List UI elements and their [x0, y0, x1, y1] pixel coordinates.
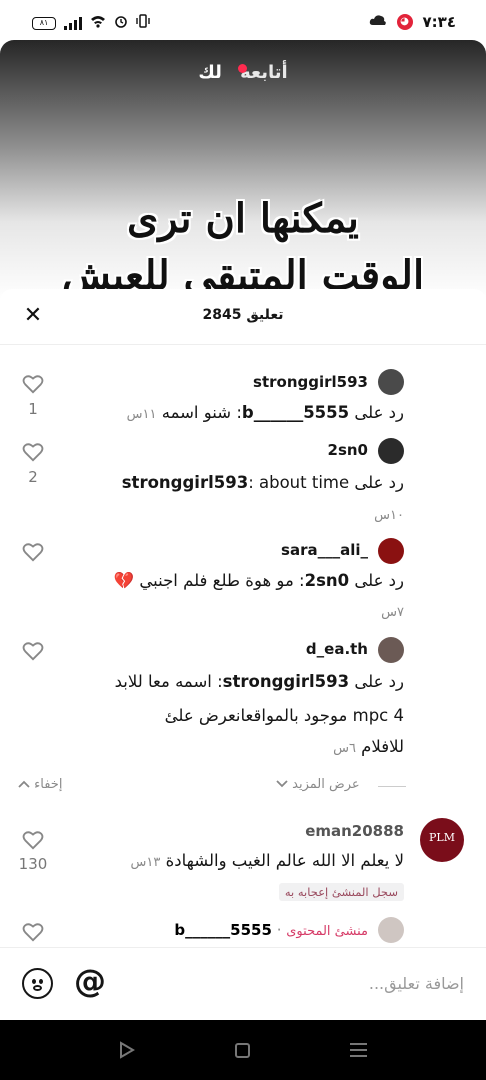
- comment-body: : اسمه معا للابد: [114, 672, 223, 691]
- vibrate-icon: [136, 14, 150, 32]
- comment-text: رد على stronggirl593: about time: [122, 465, 404, 501]
- comment-time: ١٣س: [130, 855, 161, 870]
- comment-body: لا يعلم الا الله عالم الغيب والشهادة: [165, 851, 404, 870]
- reply-target[interactable]: stronggirl593: [223, 672, 349, 691]
- status-left: ٨١: [32, 14, 150, 32]
- comment-time-row: ٧س: [381, 593, 404, 631]
- avatar[interactable]: [378, 438, 404, 464]
- wifi-icon: [90, 15, 106, 32]
- cloud-icon: [369, 14, 387, 30]
- heart-icon[interactable]: [21, 830, 45, 850]
- creator-label: منشئ المحتوى: [286, 924, 368, 939]
- hide-label: إخفاء: [34, 777, 63, 792]
- heart-icon[interactable]: [21, 374, 45, 394]
- replies-controls: إخفاء عرض المزيد: [0, 774, 486, 798]
- video-caption-line1: يمكنها ان ترى: [127, 195, 359, 242]
- system-nav-bar: [0, 1020, 486, 1080]
- comment-time: ١٠س: [374, 508, 404, 523]
- partial-comment-line: [68, 330, 368, 346]
- comment-time: ١١س: [126, 407, 157, 422]
- status-bar: ٨١ ◕ ٧:٣٤: [0, 0, 486, 44]
- comment-text: لا يعلم الا الله عالم الغيب والشهادة ١٣س: [131, 843, 404, 881]
- comments-count-title: 2845 تعليق: [0, 307, 486, 323]
- comment-text: رد على stronggirl593: اسمه معا للابد: [115, 664, 404, 700]
- comment-body: : مو هوة طلع فلم اجنبي 💔: [113, 571, 305, 590]
- comment-input[interactable]: إضافة تعليق...: [369, 974, 464, 993]
- comment-body-line3: للافلام: [361, 737, 404, 756]
- heart-icon[interactable]: [21, 442, 45, 462]
- comment-time-row: ١٠س: [374, 496, 404, 534]
- avatar[interactable]: [378, 917, 404, 943]
- screen: ٨١ ◕ ٧:٣٤ أتابعه لك يمكنها ان ترى الوقت …: [0, 0, 486, 1080]
- avatar[interactable]: [378, 369, 404, 395]
- comments-title-word: تعليق: [246, 307, 284, 323]
- comment-text: رد على b______5555: شنو اسمه ١١س: [127, 395, 404, 433]
- comment-body: : about time: [248, 473, 350, 492]
- show-more-button[interactable]: عرض المزيد: [276, 777, 360, 792]
- like-count: 2: [28, 468, 38, 486]
- reply-prefix: رد على: [354, 571, 404, 590]
- heart-icon[interactable]: [21, 542, 45, 562]
- avatar[interactable]: PLM: [420, 818, 464, 862]
- back-icon[interactable]: [118, 1041, 136, 1059]
- creator-reply-header: منشئ المحتوى · b______5555: [174, 921, 368, 939]
- status-right: ◕ ٧:٣٤: [369, 13, 456, 31]
- clock: ٧:٣٤: [422, 13, 456, 31]
- signal-icon: [64, 16, 82, 30]
- close-icon[interactable]: ✕: [20, 303, 46, 329]
- avatar[interactable]: [378, 637, 404, 663]
- hide-replies-button[interactable]: إخفاء: [18, 777, 62, 792]
- comments-count: 2845: [202, 307, 242, 323]
- comment-username[interactable]: b______5555: [174, 921, 272, 939]
- separator: ·: [276, 921, 282, 939]
- heart-icon[interactable]: [21, 641, 45, 661]
- alarm-icon: [114, 14, 128, 32]
- emoji-icon[interactable]: [22, 968, 53, 999]
- reply-target[interactable]: stronggirl593: [122, 473, 248, 492]
- show-more-label: عرض المزيد: [292, 777, 360, 792]
- divider: [378, 786, 406, 787]
- comment-text-line3: للافلام ٦س: [333, 729, 404, 767]
- home-icon[interactable]: [235, 1043, 250, 1058]
- reply-prefix: رد على: [354, 672, 404, 691]
- recents-icon[interactable]: [350, 1043, 367, 1061]
- comment-body: : شنو اسمه: [161, 403, 242, 422]
- mention-icon[interactable]: @: [74, 962, 106, 1000]
- like-count: 130: [18, 855, 48, 873]
- comment-username[interactable]: eman20888: [305, 822, 404, 840]
- comment-time: ٧س: [381, 605, 404, 620]
- like-count: 1: [28, 400, 38, 418]
- reply-prefix: رد على: [354, 473, 404, 492]
- tab-following[interactable]: أتابعه: [240, 62, 288, 83]
- tab-for-you[interactable]: لك: [198, 62, 222, 83]
- comment-username[interactable]: sara___ali_: [281, 541, 368, 559]
- comment-text: رد على 2sn0: مو هوة طلع فلم اجنبي 💔: [114, 563, 404, 599]
- comment-username[interactable]: d_ea.th: [306, 640, 368, 658]
- chevron-down-icon: [276, 780, 288, 788]
- reply-prefix: رد على: [354, 403, 404, 422]
- battery-icon: ٨١: [32, 16, 56, 30]
- heart-icon[interactable]: [21, 922, 45, 942]
- comment-time: ٦س: [333, 741, 356, 756]
- chevron-up-icon: [18, 780, 30, 788]
- live-dot: [238, 64, 247, 73]
- comment-input-bar: إضافة تعليق... @: [0, 947, 486, 1020]
- comment-username[interactable]: 2sn0: [328, 441, 368, 459]
- reply-target[interactable]: 2sn0: [305, 571, 350, 590]
- creator-liked-badge: سجل المنشئ إعجابه به: [278, 883, 404, 901]
- notification-icon: ◕: [396, 14, 413, 30]
- avatar[interactable]: [378, 538, 404, 564]
- comment-username[interactable]: stronggirl593: [253, 373, 368, 391]
- reply-target[interactable]: b______5555: [242, 403, 349, 422]
